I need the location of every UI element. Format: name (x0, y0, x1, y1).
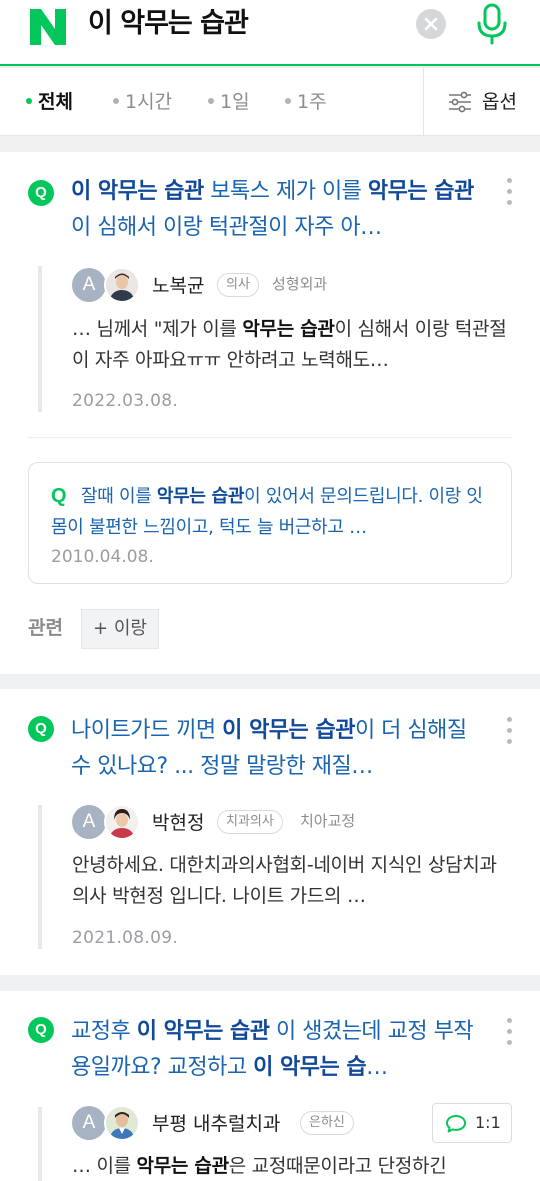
related-label: 관련 (28, 617, 63, 639)
related-question-card[interactable]: Q 잘때 이를 악무는 습관이 있어서 문의드립니다. 이랑 잇몸이 불편한 느… (28, 462, 512, 584)
more-options-button[interactable] (500, 176, 520, 212)
close-icon (424, 17, 438, 31)
related-tag-chip[interactable]: + 이랑 (81, 609, 159, 649)
search-header: 이 악무는 습관 (0, 0, 540, 66)
doctor-photo-icon (106, 269, 138, 301)
answer-snippet[interactable]: … 님께서 "제가 이를 악무는 습관이 심해서 이랑 턱관절이 자주 아파요ㅠ… (72, 314, 512, 376)
chat-bubble-icon (446, 1115, 466, 1133)
author-name[interactable]: 부평 내추럴치과 (152, 1110, 280, 1138)
doctor-photo-icon (106, 806, 138, 838)
answer-snippet[interactable]: … 이를 악무는 습관은 교정때문이라고 단정하긴 (72, 1151, 512, 1181)
related-question-text: 잘때 이를 악무는 습관이 있어서 문의드립니다. 이랑 잇몸이 불편한 느낌이… (51, 486, 483, 538)
answer-rail (38, 266, 42, 412)
search-query[interactable]: 이 악무는 습관 (88, 6, 249, 42)
tab-divider (423, 68, 424, 136)
result-title[interactable]: 나이트가드 끼면 이 악무는 습관이 더 심해질 수 있나요? ... 정말 말… (71, 713, 491, 785)
question-icon: Q (28, 716, 54, 742)
avatar-photo[interactable] (104, 804, 140, 840)
avatar-photo[interactable] (104, 267, 140, 303)
mic-icon (477, 3, 507, 45)
voice-search-button[interactable] (474, 3, 510, 45)
related-question-date: 2010.04.08. (51, 547, 154, 567)
role-badge: 치과의사 (217, 810, 283, 834)
result-card: Q 교정후 이 악무는 습관 이 생겼는데 교정 부작용일까요? 교정하고 이 … (0, 991, 540, 1181)
filter-tabs: 전체 1시간 1일 1주 옵션 (0, 68, 540, 136)
answer-snippet[interactable]: 안녕하세요. 대한치과의사협회-네이버 지식인 상담치과의사 박현정 입니다. … (72, 850, 512, 912)
result-title[interactable]: 이 악무는 습관 보톡스 제가 이를 악무는 습관이 심해서 이랑 턱관절이 자… (71, 174, 491, 246)
naver-logo-icon[interactable] (28, 7, 68, 47)
tab-all[interactable]: 전체 (26, 88, 73, 116)
role-badge: 의사 (217, 273, 259, 297)
tab-1-day[interactable]: 1일 (208, 88, 250, 116)
avatar: A (72, 268, 106, 302)
author-name[interactable]: 노복균 (152, 272, 204, 300)
avatar: A (72, 805, 106, 839)
answer-date: 2021.08.09. (72, 928, 179, 948)
sliders-icon (449, 91, 471, 113)
result-title[interactable]: 교정후 이 악무는 습관 이 생겼는데 교정 부작용일까요? 교정하고 이 악무… (71, 1014, 491, 1086)
clear-search-button[interactable] (416, 9, 446, 39)
question-icon: Q (28, 1017, 54, 1043)
avatar-photo[interactable] (104, 1105, 140, 1141)
tab-1-week[interactable]: 1주 (285, 88, 327, 116)
tab-1-hour[interactable]: 1시간 (113, 88, 172, 116)
more-options-button[interactable] (500, 1016, 520, 1052)
answer-rail (38, 1107, 42, 1181)
author-specialty: 치아교정 (300, 812, 356, 830)
avatar: A (72, 1106, 106, 1140)
one-on-one-badge[interactable]: 1:1 (432, 1103, 512, 1143)
answer-date: 2022.03.08. (72, 391, 179, 411)
doctor-photo-icon (106, 1107, 138, 1139)
divider (28, 437, 512, 438)
question-icon: Q (28, 180, 54, 206)
result-card: Q 나이트가드 끼면 이 악무는 습관이 더 심해질 수 있나요? ... 정말… (0, 689, 540, 975)
active-dot (26, 97, 32, 104)
author-name[interactable]: 박현정 (152, 809, 204, 837)
role-badge: 은하신 (300, 1111, 354, 1135)
more-options-button[interactable] (500, 715, 520, 751)
author-specialty: 성형외과 (272, 275, 328, 293)
result-card: Q 이 악무는 습관 보톡스 제가 이를 악무는 습관이 심해서 이랑 턱관절이… (0, 152, 540, 674)
answer-rail (38, 805, 42, 949)
